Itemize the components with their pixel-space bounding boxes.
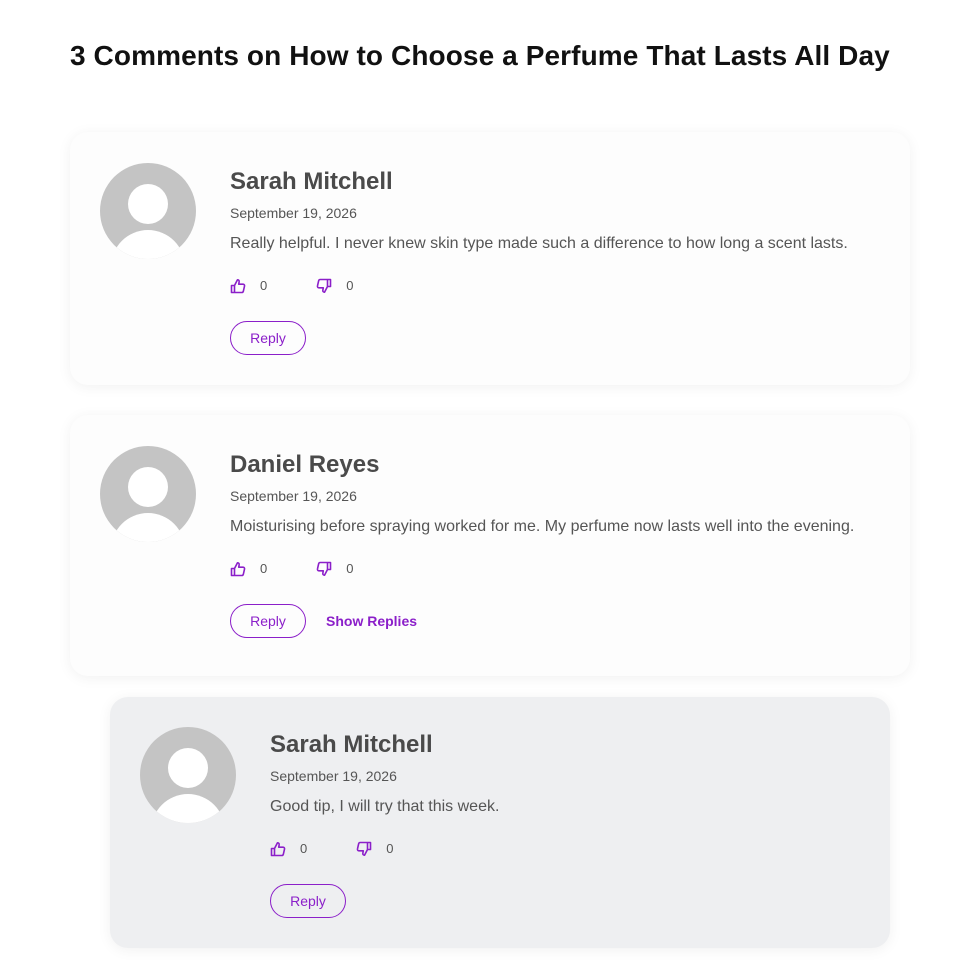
comment-text: Really helpful. I never knew skin type m…: [230, 235, 848, 252]
comment-author: Sarah Mitchell: [270, 731, 433, 758]
vote-bar: 0 0: [230, 560, 854, 578]
page-title: 3 Comments on How to Choose a Perfume Th…: [70, 40, 890, 71]
reply-button[interactable]: Reply: [230, 320, 306, 355]
thumbs-up-icon: [230, 278, 246, 293]
like-button[interactable]: 0: [230, 278, 267, 294]
reply-button[interactable]: Reply: [270, 883, 346, 918]
dislike-button[interactable]: 0: [356, 841, 393, 857]
dislike-count: 0: [346, 278, 354, 294]
comment-card: Sarah Mitchell September 19, 2026 Really…: [70, 132, 910, 385]
avatar: [140, 727, 236, 823]
thumbs-down-icon: [316, 561, 332, 576]
comment-date: September 19, 2026: [230, 488, 357, 504]
like-count: 0: [300, 841, 308, 857]
dislike-count: 0: [346, 561, 354, 577]
comment-author: Sarah Mitchell: [230, 168, 393, 195]
like-button[interactable]: 0: [270, 841, 307, 857]
comment-text: Moisturising before spraying worked for …: [230, 518, 855, 535]
thumbs-down-icon: [316, 278, 332, 293]
vote-bar: 0 0: [270, 840, 499, 858]
reply-card: Sarah Mitchell September 19, 2026 Good t…: [110, 697, 890, 948]
thumbs-up-icon: [270, 841, 286, 856]
dislike-button[interactable]: 0: [316, 278, 353, 294]
avatar: [100, 446, 196, 542]
like-count: 0: [260, 278, 268, 294]
like-button[interactable]: 0: [230, 561, 267, 577]
like-count: 0: [260, 561, 268, 577]
avatar: [100, 163, 196, 259]
comment-date: September 19, 2026: [270, 768, 397, 784]
comment-card: Daniel Reyes September 19, 2026 Moisturi…: [70, 415, 910, 676]
reply-button[interactable]: Reply: [230, 603, 306, 638]
dislike-button[interactable]: 0: [316, 561, 353, 577]
dislike-count: 0: [386, 841, 394, 857]
comment-author: Daniel Reyes: [230, 451, 380, 478]
comment-text: Good tip, I will try that this week.: [270, 798, 500, 815]
vote-bar: 0 0: [230, 277, 848, 295]
thumbs-up-icon: [230, 561, 246, 576]
show-replies-link[interactable]: Show Replies: [326, 613, 417, 629]
comment-date: September 19, 2026: [230, 205, 357, 221]
thumbs-down-icon: [356, 841, 372, 856]
